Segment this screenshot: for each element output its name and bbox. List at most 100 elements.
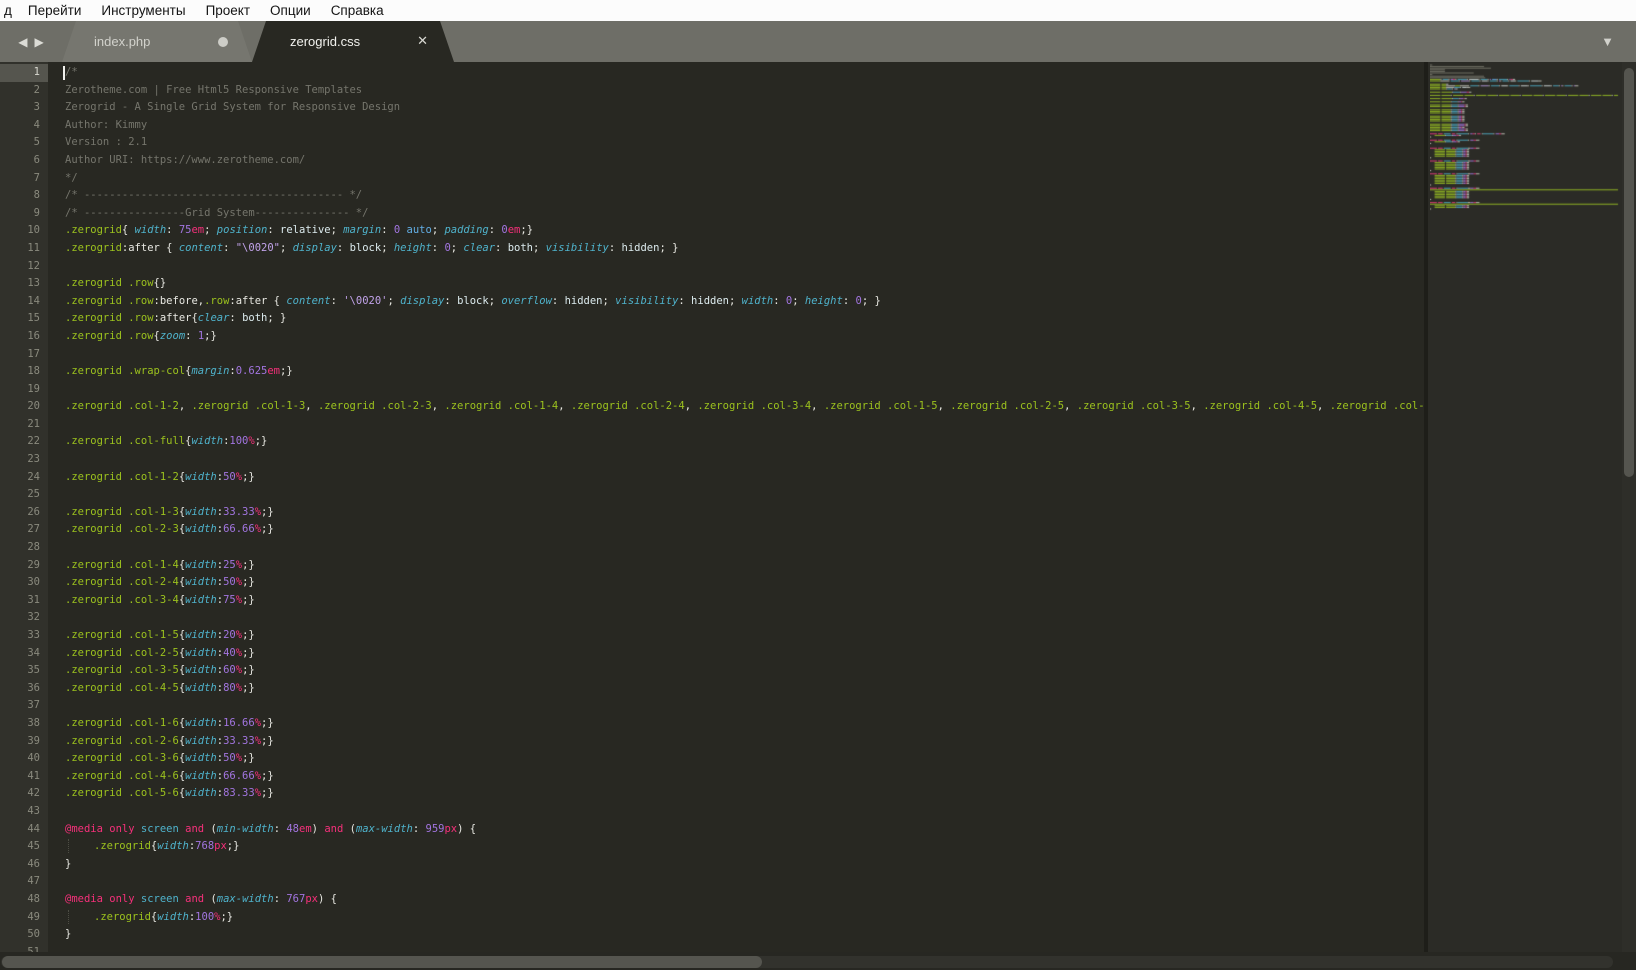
line-number: 39 — [0, 733, 48, 751]
menu-item[interactable]: д — [2, 3, 18, 19]
code-line[interactable]: .zerogrid .col-1-4{width:25%;} — [48, 557, 1424, 575]
vertical-scrollbar-thumb[interactable] — [1624, 68, 1634, 477]
line-number: 26 — [0, 504, 48, 522]
line-number: 24 — [0, 469, 48, 487]
close-tab-icon[interactable]: ✕ — [417, 33, 428, 49]
line-number: 15 — [0, 310, 48, 328]
code-line[interactable]: .zerogrid{ width: 75em; position: relati… — [48, 222, 1424, 240]
tab-index-php[interactable]: index.php — [62, 21, 252, 62]
line-number-gutter: 1234567891011121314151617181920212223242… — [0, 62, 48, 952]
code-line[interactable]: .zerogrid .col-1-5{width:20%;} — [48, 627, 1424, 645]
code-line[interactable]: .zerogrid .col-1-2, .zerogrid .col-1-3, … — [48, 398, 1424, 416]
line-number: 29 — [0, 557, 48, 575]
code-line[interactable]: .zerogrid .col-full{width:100%;} — [48, 433, 1424, 451]
code-line[interactable]: .zerogrid .col-1-3{width:33.33%;} — [48, 504, 1424, 522]
code-line[interactable]: .zerogrid .col-1-6{width:16.66%;} — [48, 715, 1424, 733]
minimap[interactable] — [1428, 62, 1622, 952]
line-number: 44 — [0, 821, 48, 839]
code-line[interactable]: .zerogrid .col-3-4{width:75%;} — [48, 592, 1424, 610]
line-number: 25 — [0, 486, 48, 504]
code-line[interactable]: .zerogrid .col-3-5{width:60%;} — [48, 662, 1424, 680]
code-line[interactable] — [48, 486, 1424, 504]
code-line[interactable]: Version : 2.1 — [48, 134, 1424, 152]
code-line[interactable] — [48, 416, 1424, 434]
menu-item[interactable]: Перейти — [18, 3, 92, 19]
tab-scroll-right-icon[interactable]: ▶ — [35, 35, 44, 49]
line-number: 4 — [0, 117, 48, 135]
code-line[interactable]: .zerogrid .col-5-6{width:83.33%;} — [48, 785, 1424, 803]
menu-bar: дПерейтиИнструментыПроектОпцииСправка — [0, 0, 1636, 21]
code-line[interactable]: .zerogrid{width:768px;} — [48, 838, 1424, 856]
code-line[interactable]: } — [48, 856, 1424, 874]
tab-scroll-left-icon[interactable]: ◀ — [18, 35, 27, 49]
line-number: 51 — [0, 944, 48, 952]
code-line[interactable]: .zerogrid .col-2-5{width:40%;} — [48, 645, 1424, 663]
code-line[interactable]: .zerogrid .row{} — [48, 275, 1424, 293]
line-number: 33 — [0, 627, 48, 645]
line-number: 5 — [0, 134, 48, 152]
code-line[interactable] — [48, 258, 1424, 276]
line-number: 23 — [0, 451, 48, 469]
line-number: 31 — [0, 592, 48, 610]
code-line[interactable] — [48, 451, 1424, 469]
code-line[interactable]: .zerogrid .col-2-6{width:33.33%;} — [48, 733, 1424, 751]
code-line[interactable]: Zerotheme.com | Free Html5 Responsive Te… — [48, 82, 1424, 100]
tab-bar: ◀ ▶ index.php zerogrid.css ✕ ▼ — [0, 21, 1636, 62]
code-line[interactable]: .zerogrid:after { content: "\0020"; disp… — [48, 240, 1424, 258]
code-line[interactable]: .zerogrid .wrap-col{margin:0.625em;} — [48, 363, 1424, 381]
horizontal-scrollbar-thumb[interactable] — [2, 956, 762, 968]
code-line[interactable] — [48, 697, 1424, 715]
code-line[interactable]: @media only screen and (min-width: 48em)… — [48, 821, 1424, 839]
code-line[interactable]: */ — [48, 170, 1424, 188]
line-number: 48 — [0, 891, 48, 909]
code-line[interactable]: Author: Kimmy — [48, 117, 1424, 135]
minimap-canvas[interactable] — [1430, 62, 1622, 952]
menu-item[interactable]: Опции — [260, 3, 321, 19]
line-number: 10 — [0, 222, 48, 240]
code-line[interactable]: .zerogrid .col-4-5{width:80%;} — [48, 680, 1424, 698]
code-line[interactable]: Author URI: https://www.zerotheme.com/ — [48, 152, 1424, 170]
code-line[interactable] — [48, 944, 1424, 952]
line-number: 20 — [0, 398, 48, 416]
tab-zerogrid-css[interactable]: zerogrid.css ✕ — [252, 21, 454, 62]
code-line[interactable]: /* -------------------------------------… — [48, 187, 1424, 205]
line-number: 17 — [0, 346, 48, 364]
code-line[interactable]: /* ----------------Grid System----------… — [48, 205, 1424, 223]
tab-list-dropdown-icon[interactable]: ▼ — [1601, 34, 1614, 49]
line-number: 38 — [0, 715, 48, 733]
code-line[interactable] — [48, 381, 1424, 399]
editor-main: 1234567891011121314151617181920212223242… — [0, 62, 1636, 952]
code-line[interactable]: .zerogrid .row:before,.row:after { conte… — [48, 293, 1424, 311]
code-editor-area[interactable]: /*Zerotheme.com | Free Html5 Responsive … — [48, 62, 1424, 952]
code-line[interactable]: .zerogrid .col-1-2{width:50%;} — [48, 469, 1424, 487]
code-line[interactable]: .zerogrid .col-2-4{width:50%;} — [48, 574, 1424, 592]
code-line[interactable]: .zerogrid .col-2-3{width:66.66%;} — [48, 521, 1424, 539]
code-line[interactable]: } — [48, 926, 1424, 944]
code-line[interactable] — [48, 346, 1424, 364]
code-line[interactable]: .zerogrid .col-4-6{width:66.66%;} — [48, 768, 1424, 786]
line-number: 19 — [0, 381, 48, 399]
line-number: 28 — [0, 539, 48, 557]
code-line[interactable]: @media only screen and (max-width: 767px… — [48, 891, 1424, 909]
code-line[interactable] — [48, 873, 1424, 891]
line-number: 50 — [0, 926, 48, 944]
line-number: 43 — [0, 803, 48, 821]
menu-item[interactable]: Проект — [196, 3, 260, 19]
line-number: 27 — [0, 521, 48, 539]
code-line[interactable] — [48, 803, 1424, 821]
code-line[interactable] — [48, 539, 1424, 557]
vertical-scrollbar[interactable] — [1622, 62, 1636, 952]
line-number: 11 — [0, 240, 48, 258]
code-line[interactable]: .zerogrid{width:100%;} — [48, 909, 1424, 927]
code-line[interactable]: /* — [48, 64, 1424, 82]
menu-item[interactable]: Инструменты — [91, 3, 195, 19]
code-line[interactable]: .zerogrid .row{zoom: 1;} — [48, 328, 1424, 346]
line-number: 42 — [0, 785, 48, 803]
modified-dot-icon — [218, 37, 228, 47]
menu-item[interactable]: Справка — [321, 3, 394, 19]
code-line[interactable] — [48, 609, 1424, 627]
horizontal-scrollbar[interactable] — [0, 952, 1636, 970]
code-line[interactable]: Zerogrid - A Single Grid System for Resp… — [48, 99, 1424, 117]
code-line[interactable]: .zerogrid .row:after{clear: both; } — [48, 310, 1424, 328]
code-line[interactable]: .zerogrid .col-3-6{width:50%;} — [48, 750, 1424, 768]
